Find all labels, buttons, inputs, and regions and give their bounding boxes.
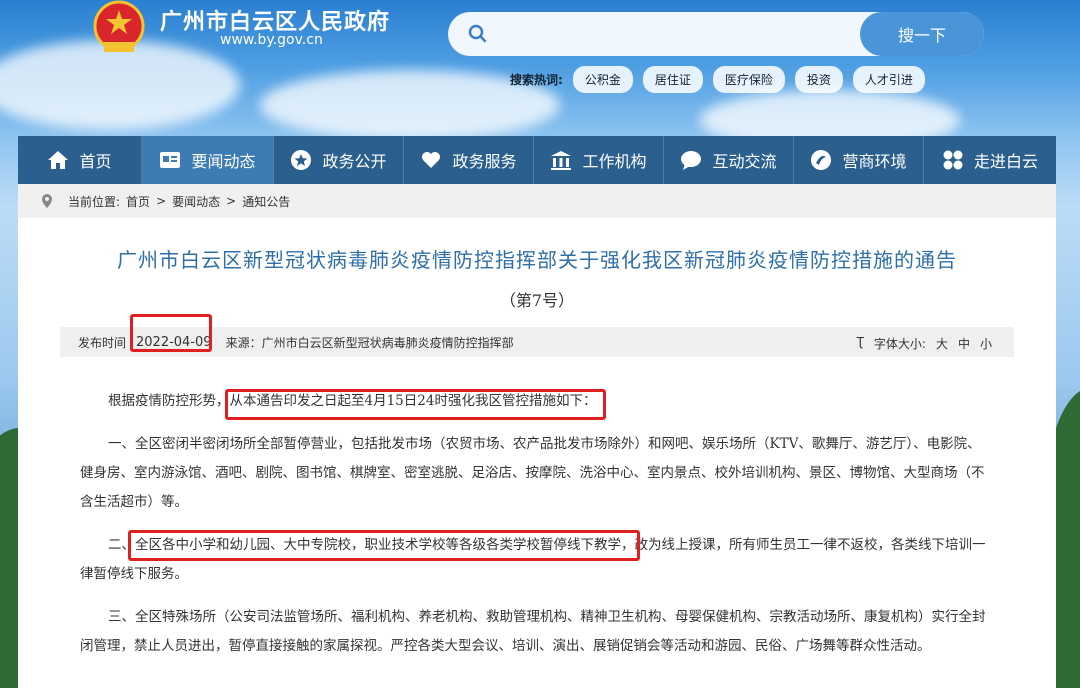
- font-size-control: Ʈ 字体大小: 大 中 小: [857, 335, 992, 352]
- article-container: 当前位置: 首页 > 要闻动态 > 通知公告 广州市白云区新型冠状病毒肺炎疫情防…: [18, 184, 1056, 688]
- publish-label: 发布时间: [78, 335, 127, 350]
- news-icon: [160, 152, 181, 168]
- heart-icon: [422, 152, 441, 168]
- breadcrumb-separator: >: [156, 194, 167, 208]
- breadcrumb-link-news[interactable]: 要闻动态: [172, 193, 220, 210]
- nav-label: 首页: [79, 152, 112, 171]
- nav-item-home[interactable]: 首页: [18, 136, 142, 184]
- site-url: www.by.gov.cn: [220, 32, 323, 48]
- font-size-large[interactable]: 大: [936, 335, 948, 352]
- hot-search-bar: 搜索热词: 公积金 居住证 医疗保险 投资 人才引进: [510, 66, 935, 93]
- nav-label: 政务公开: [322, 152, 387, 171]
- nav-label: 政务服务: [452, 152, 517, 171]
- chat-icon: [681, 151, 702, 170]
- search-input[interactable]: [498, 22, 858, 46]
- location-pin-icon: [42, 194, 52, 208]
- article-body: 根据疫情防控形势，从本通告印发之日起至4月15日24时强化我区管控措施如下： 一…: [18, 387, 1056, 661]
- font-size-small[interactable]: 小: [980, 335, 992, 352]
- search-icon: [468, 24, 487, 43]
- nav-item-news[interactable]: 要闻动态: [142, 136, 274, 184]
- highlight-box-schools: [128, 530, 640, 561]
- hot-search-label: 搜索热词:: [510, 73, 563, 87]
- search-button[interactable]: 搜一下: [860, 12, 984, 56]
- main-nav: 首页 要闻动态 政务公开 政务服务 工作机构 互动交流 营商环境 走进白云: [18, 136, 1056, 184]
- nav-label: 要闻动态: [191, 152, 256, 171]
- nav-label: 营商环境: [842, 152, 907, 171]
- paragraph: 三、全区特殊场所（公安司法监管场所、福利机构、养老机构、救助管理机构、精神卫生机…: [80, 609, 986, 654]
- nav-item-agencies[interactable]: 工作机构: [534, 136, 664, 184]
- nav-item-business[interactable]: 营商环境: [794, 136, 924, 184]
- breadcrumb-prefix: 当前位置:: [68, 194, 121, 209]
- business-icon: [811, 150, 832, 170]
- breadcrumb-link-notice[interactable]: 通知公告: [242, 193, 290, 210]
- emblem-logo: [93, 0, 145, 52]
- font-size-medium[interactable]: 中: [958, 335, 970, 352]
- nav-item-gov-info[interactable]: 政务公开: [274, 136, 404, 184]
- hot-tag[interactable]: 投资: [794, 66, 843, 93]
- hot-tag[interactable]: 居住证: [642, 66, 703, 93]
- hot-tag[interactable]: 公积金: [572, 66, 633, 93]
- article-source: 来源：广州市白云区新型冠状病毒肺炎疫情防控指挥部: [225, 335, 514, 350]
- nav-item-interaction[interactable]: 互动交流: [664, 136, 794, 184]
- home-icon: [48, 151, 69, 169]
- hot-tag[interactable]: 医疗保险: [712, 66, 785, 93]
- breadcrumb: 当前位置: 首页 > 要闻动态 > 通知公告: [18, 184, 1056, 218]
- breadcrumb-separator: >: [226, 194, 237, 208]
- article-subtitle: （第7号）: [499, 291, 575, 310]
- building-icon: [551, 151, 572, 170]
- breadcrumb-link-home[interactable]: 首页: [126, 193, 150, 210]
- highlight-box-date: [130, 314, 212, 352]
- hot-tag[interactable]: 人才引进: [852, 66, 925, 93]
- nav-item-about[interactable]: 走进白云: [924, 136, 1056, 184]
- font-size-label: 字体大小:: [873, 337, 926, 351]
- article-title: 广州市白云区新型冠状病毒肺炎疫情防控指挥部关于强化我区新冠肺炎疫情防控措施的通告: [117, 248, 957, 272]
- nav-item-gov-service[interactable]: 政务服务: [404, 136, 534, 184]
- nav-label: 走进白云: [973, 152, 1038, 171]
- paragraph: 一、全区密闭半密闭场所全部暂停营业，包括批发市场（农贸市场、农产品批发市场除外）…: [80, 436, 985, 510]
- star-icon: [291, 150, 312, 170]
- highlight-box-period: [225, 389, 606, 420]
- font-size-icon: Ʈ: [856, 335, 864, 349]
- nav-label: 工作机构: [582, 152, 647, 171]
- grid-icon: [943, 150, 963, 170]
- search-box: 搜一下: [448, 12, 984, 56]
- nav-label: 互动交流: [712, 152, 777, 171]
